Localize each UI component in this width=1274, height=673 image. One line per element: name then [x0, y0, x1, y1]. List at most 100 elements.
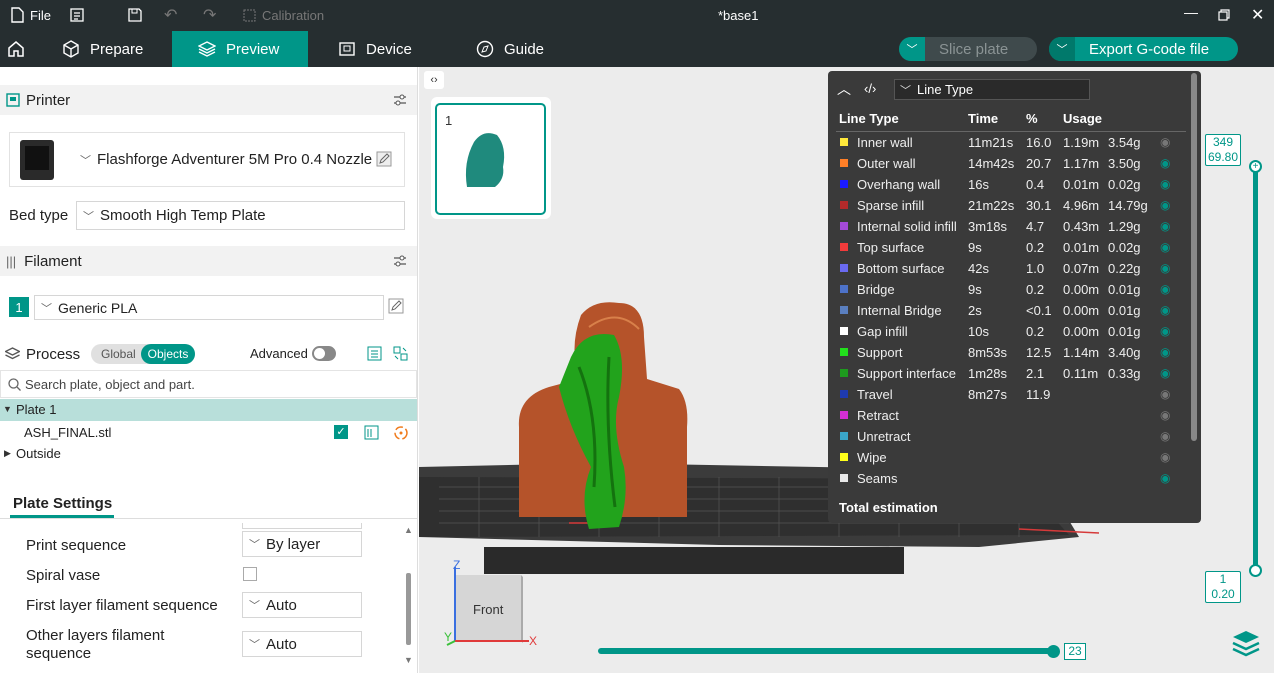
eye-icon[interactable]: ◉	[1160, 366, 1170, 380]
bed-type-value: Smooth High Temp Plate	[100, 207, 266, 224]
eye-icon[interactable]: ◉	[1160, 324, 1170, 338]
advanced-toggle[interactable]	[312, 346, 336, 361]
maximize-icon[interactable]	[1218, 9, 1230, 21]
legend-scrollbar[interactable]	[1191, 73, 1197, 441]
save-icon[interactable]	[128, 8, 142, 22]
line-type-percent: 0.4	[1026, 177, 1045, 192]
first-layer-sequence-select[interactable]: ﹀ Auto	[242, 592, 362, 618]
legend-row[interactable]: Seams ◉	[828, 468, 1188, 489]
printer-settings-icon[interactable]	[393, 93, 407, 107]
object-checkbox[interactable]: ✓	[334, 425, 348, 439]
view-type-select[interactable]: ﹀ Line Type	[894, 79, 1090, 100]
scroll-down-icon[interactable]: ▼	[404, 655, 413, 665]
filament-select[interactable]: ﹀ Generic PLA	[34, 295, 384, 320]
tab-prepare[interactable]: Prepare	[50, 31, 172, 67]
toggle-objects[interactable]: Objects	[141, 344, 195, 364]
legend-row[interactable]: Travel 8m27s 11.9 ◉	[828, 384, 1188, 405]
edit-printer-icon[interactable]	[376, 151, 392, 167]
eye-off-icon[interactable]: ◉	[1160, 135, 1170, 149]
code-view-icon[interactable]: ‹/›	[864, 81, 876, 96]
collapse-icon[interactable]: ▶	[4, 448, 11, 459]
legend-row[interactable]: Gap infill 10s 0.2 0.00m 0.01g ◉	[828, 321, 1188, 342]
legend-row[interactable]: Internal Bridge 2s <0.1 0.00m 0.01g ◉	[828, 300, 1188, 321]
collapse-sidebar-icon[interactable]: ‹›	[424, 71, 444, 89]
scroll-up-icon[interactable]: ▲	[404, 525, 413, 535]
spiral-vase-checkbox[interactable]	[243, 567, 257, 581]
eye-off-icon[interactable]: ◉	[1160, 429, 1170, 443]
eye-off-icon[interactable]: ◉	[1160, 450, 1170, 464]
close-icon[interactable]: ✕	[1251, 5, 1264, 25]
eye-icon[interactable]: ◉	[1160, 156, 1170, 170]
legend-row[interactable]: Support 8m53s 12.5 1.14m 3.40g ◉	[828, 342, 1188, 363]
legend-row[interactable]: Wipe ◉	[828, 447, 1188, 468]
list-view-icon[interactable]	[367, 346, 382, 361]
layer-top-handle[interactable]: +	[1249, 160, 1262, 173]
legend-row[interactable]: Support interface 1m28s 2.1 0.11m 0.33g ◉	[828, 363, 1188, 384]
legend-row[interactable]: Top surface 9s 0.2 0.01m 0.02g ◉	[828, 237, 1188, 258]
toggle-global[interactable]: Global	[101, 347, 136, 361]
object-warning-icon[interactable]	[393, 425, 409, 441]
printer-selector[interactable]: ﹀ Flashforge Adventurer 5M Pro 0.4 Nozzl…	[9, 132, 405, 187]
object-settings-icon[interactable]	[364, 425, 379, 440]
calibration-button[interactable]: Calibration	[243, 8, 324, 23]
legend-row[interactable]: Bridge 9s 0.2 0.00m 0.01g ◉	[828, 279, 1188, 300]
eye-icon[interactable]: ◉	[1160, 219, 1170, 233]
nav-cube-face-label[interactable]: Front	[473, 602, 503, 617]
eye-icon[interactable]: ◉	[1160, 198, 1170, 212]
move-slider-handle[interactable]	[1047, 645, 1060, 658]
export-gcode-button[interactable]: ﹀ Export G-code file	[1049, 37, 1238, 61]
minimize-icon[interactable]: —	[1184, 4, 1198, 20]
slice-plate-button[interactable]: ﹀ Slice plate	[899, 37, 1037, 61]
slice-dropdown-icon[interactable]: ﹀	[899, 37, 925, 61]
tab-preview[interactable]: Preview	[172, 31, 308, 67]
line-type-weight: 0.02g	[1108, 240, 1141, 255]
filament-settings-icon[interactable]	[393, 254, 407, 268]
tab-device[interactable]: Device	[308, 31, 438, 67]
tab-guide[interactable]: Guide	[438, 31, 568, 67]
plate-settings-title[interactable]: Plate Settings	[13, 495, 112, 512]
eye-icon[interactable]: ◉	[1160, 345, 1170, 359]
legend-row[interactable]: Inner wall 11m21s 16.0 1.19m 3.54g ◉	[828, 132, 1188, 153]
collapse-legend-icon[interactable]: ︿	[837, 79, 851, 99]
legend-row[interactable]: Unretract ◉	[828, 426, 1188, 447]
expand-icon[interactable]: ▼	[3, 404, 12, 414]
search-box[interactable]: Search plate, object and part.	[0, 370, 417, 398]
global-objects-toggle[interactable]: Global Objects	[91, 344, 195, 364]
layer-bottom-handle[interactable]	[1249, 564, 1262, 577]
redo-icon[interactable]: ↷	[203, 5, 216, 25]
eye-icon[interactable]: ◉	[1160, 261, 1170, 275]
legend-row[interactable]: Sparse infill 21m22s 30.1 4.96m 14.79g ◉	[828, 195, 1188, 216]
legend-row[interactable]: Internal solid infill 3m18s 4.7 0.43m 1.29g ◉	[828, 216, 1188, 237]
eye-off-icon[interactable]: ◉	[1160, 387, 1170, 401]
legend-row[interactable]: Outer wall 14m42s 20.7 1.17m 3.50g ◉	[828, 153, 1188, 174]
eye-off-icon[interactable]: ◉	[1160, 408, 1170, 422]
layers-view-icon[interactable]	[1231, 629, 1261, 659]
tree-item-outside[interactable]: ▶ Outside	[0, 443, 417, 465]
menu-icon[interactable]	[70, 8, 84, 22]
print-sequence-select[interactable]: ﹀ By layer	[242, 531, 362, 557]
edit-filament-icon[interactable]	[388, 298, 404, 314]
file-menu[interactable]: File	[10, 7, 51, 23]
eye-icon[interactable]: ◉	[1160, 177, 1170, 191]
legend-row[interactable]: Bottom surface 42s 1.0 0.07m 0.22g ◉	[828, 258, 1188, 279]
eye-icon[interactable]: ◉	[1160, 240, 1170, 254]
scroll-thumb[interactable]	[406, 573, 411, 645]
legend-row[interactable]: Retract ◉	[828, 405, 1188, 426]
eye-icon[interactable]: ◉	[1160, 303, 1170, 317]
legend-row[interactable]: Overhang wall 16s 0.4 0.01m 0.02g ◉	[828, 174, 1188, 195]
plate-thumbnail[interactable]	[434, 97, 551, 219]
tree-item-object[interactable]: ASH_FINAL.stl ✓	[0, 421, 417, 443]
compare-icon[interactable]	[393, 346, 408, 361]
eye-icon[interactable]: ◉	[1160, 471, 1170, 485]
tree-item-plate[interactable]: ▼ Plate 1	[0, 399, 417, 421]
home-icon[interactable]	[7, 40, 25, 57]
eye-icon[interactable]: ◉	[1160, 282, 1170, 296]
layer-slider-track[interactable]	[1253, 167, 1258, 572]
filament-slot-badge[interactable]: 1	[9, 297, 29, 317]
move-slider-track[interactable]	[598, 648, 1053, 654]
bed-type-select[interactable]: ﹀ Smooth High Temp Plate	[76, 201, 405, 230]
export-dropdown-icon[interactable]: ﹀	[1049, 37, 1075, 61]
other-layers-sequence-select[interactable]: ﹀ Auto	[242, 631, 362, 657]
undo-icon[interactable]: ↶	[164, 5, 177, 25]
settings-scrollbar[interactable]: ▲ ▼	[402, 523, 416, 669]
